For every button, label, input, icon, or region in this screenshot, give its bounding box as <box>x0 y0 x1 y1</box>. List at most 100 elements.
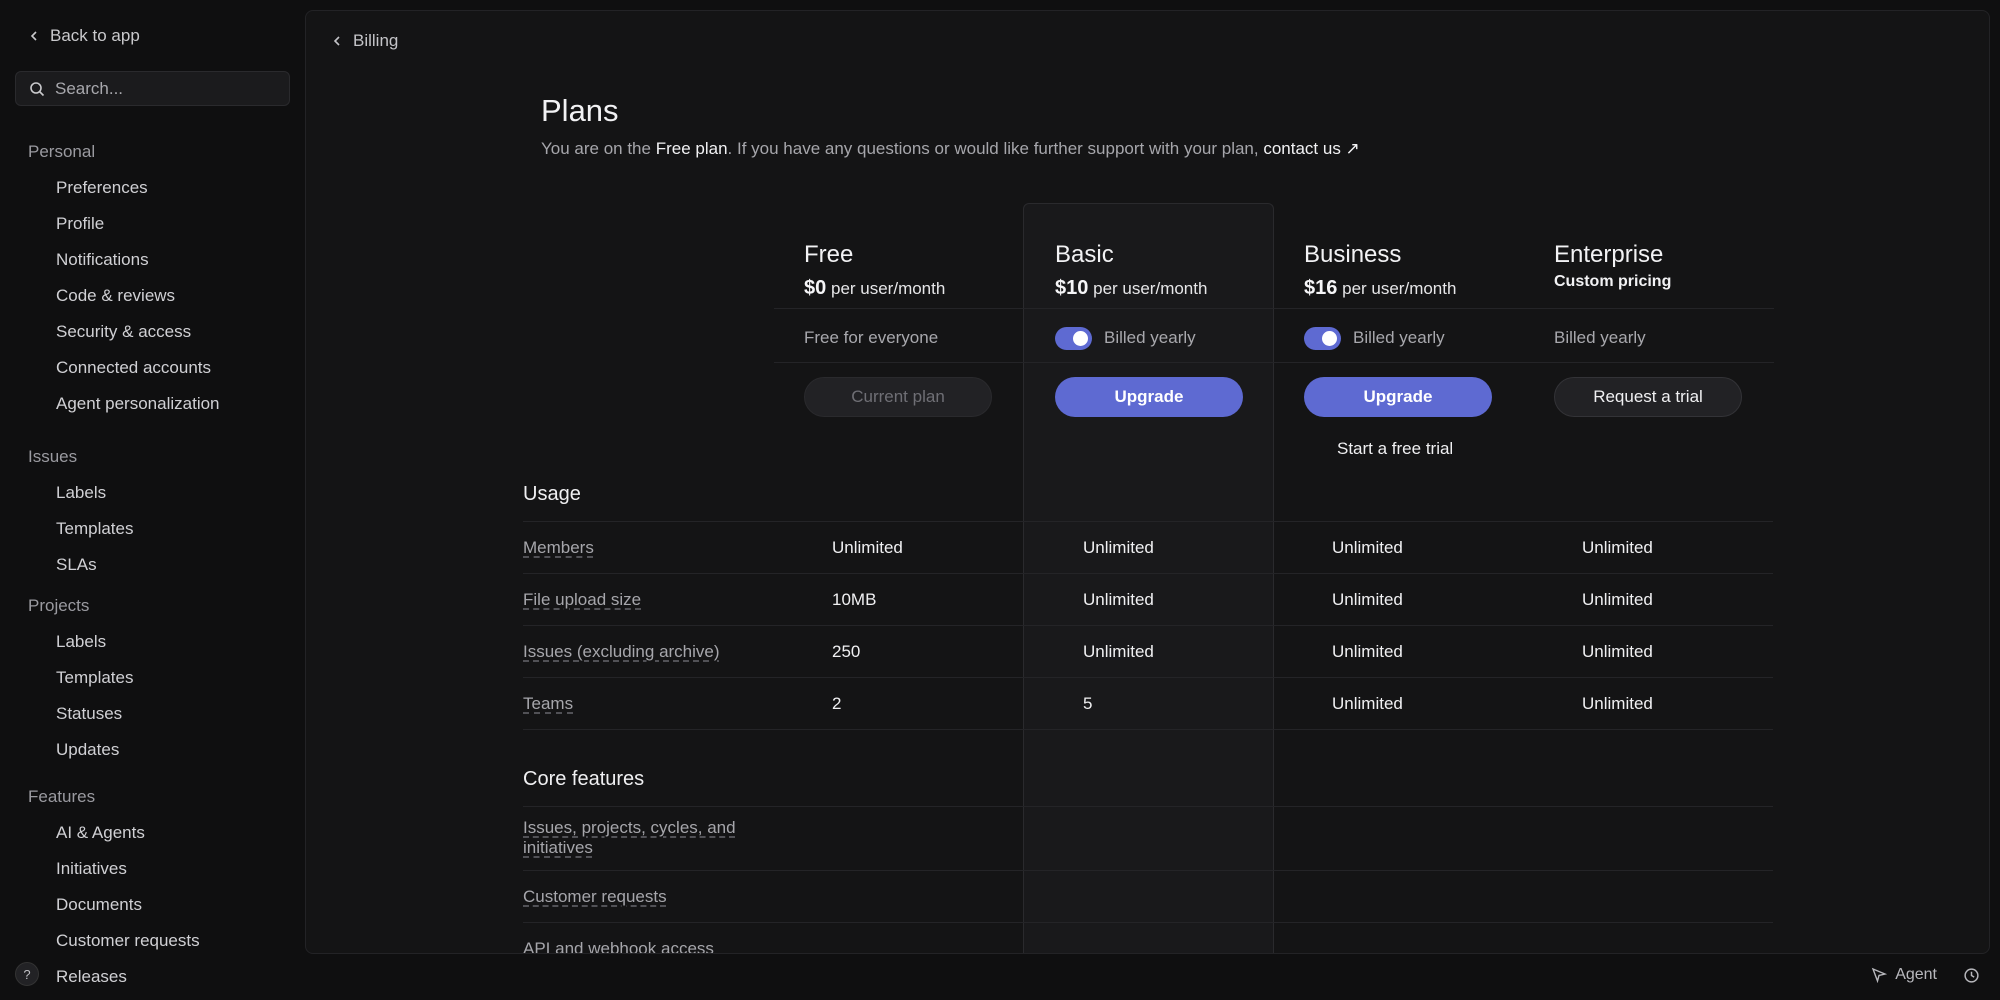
check-icon <box>1304 829 1320 845</box>
contact-us-link[interactable]: contact us ↗ <box>1263 139 1359 158</box>
sidebar-item[interactable]: Releases <box>0 959 305 995</box>
table-row: Customer requests <box>523 870 1773 922</box>
check-icon <box>1055 696 1071 712</box>
main-panel: Billing Plans You are on the Free plan. … <box>305 10 1990 954</box>
nav-group-3: Features AI & Agents Initiatives Documents C… <box>0 779 305 995</box>
sidebar-item[interactable]: Documents <box>0 887 305 923</box>
row-cell: Unlimited <box>1554 538 1653 558</box>
cell-value: 5 <box>1083 694 1093 713</box>
user-shield-icon <box>29 324 45 340</box>
check-icon <box>1554 939 1570 953</box>
row-label[interactable]: API and webhook access <box>523 939 763 953</box>
row-label[interactable]: File upload size <box>523 590 763 610</box>
sidebar-item-label: Updates <box>56 740 120 759</box>
footer-bar: Agent <box>1871 966 1980 984</box>
divider <box>774 308 1774 309</box>
sidebar-item[interactable]: AI & Agents <box>0 815 305 851</box>
sidebar-item[interactable]: Updates <box>0 732 305 768</box>
sidebar-item[interactable]: Agent personalization <box>0 386 305 422</box>
back-to-app-link[interactable]: Back to app <box>28 26 140 46</box>
sidebar-item[interactable]: Labels <box>0 475 305 511</box>
billing-toggle[interactable] <box>1304 326 1341 350</box>
row-cell <box>1055 887 1071 903</box>
check-icon <box>1055 592 1071 608</box>
sidebar-item[interactable]: SLAs <box>0 547 305 583</box>
sidebar-item[interactable]: Initiatives <box>0 851 305 887</box>
sidebar-item-label: SLAs <box>56 555 97 574</box>
row-cell: Unlimited <box>1304 694 1403 714</box>
check-icon <box>1055 644 1071 660</box>
start-free-trial-link[interactable]: Start a free trial <box>1337 439 1453 459</box>
agent-label: Agent <box>1895 966 1937 983</box>
check-icon <box>1304 887 1320 903</box>
page-title: Plans <box>541 93 619 128</box>
row-cell <box>1304 829 1320 845</box>
plan-action-button[interactable]: Upgrade <box>1304 377 1492 417</box>
plan-enterprise: Enterprise Custom pricing <box>1554 241 1794 291</box>
row-label[interactable]: Members <box>523 538 763 558</box>
row-cell <box>1055 939 1071 953</box>
billing-label: Billed yearly <box>1104 328 1196 347</box>
sidebar-item[interactable]: Statuses <box>0 696 305 732</box>
agent-button[interactable]: Agent <box>1871 966 1937 984</box>
sparkle-icon <box>29 825 45 841</box>
check-icon <box>1554 887 1570 903</box>
help-button[interactable]: ? <box>15 962 39 986</box>
row-cell: 10MB <box>804 590 876 610</box>
row-label[interactable]: Issues, projects, cycles, and initiative… <box>523 818 763 858</box>
billing-label: Billed yearly <box>1353 328 1445 347</box>
row-cell <box>804 939 820 953</box>
history-icon[interactable] <box>1963 967 1980 984</box>
check-icon <box>1304 644 1320 660</box>
row-cell: 2 <box>804 694 841 714</box>
sidebar-item[interactable]: Security & access <box>0 314 305 350</box>
plan-action-button[interactable]: Request a trial <box>1554 377 1742 417</box>
check-icon <box>1055 887 1071 903</box>
plan-price-amount: $16 <box>1304 277 1338 299</box>
breadcrumb-label: Billing <box>353 31 399 50</box>
row-label[interactable]: Customer requests <box>523 887 763 907</box>
sidebar-item[interactable]: Preferences <box>0 170 305 206</box>
sidebar-item[interactable]: Labels <box>0 624 305 660</box>
plan-basic: Basic $10 per user/month <box>1055 241 1295 300</box>
row-cell: Unlimited <box>1554 642 1653 662</box>
tag-icon <box>29 485 45 501</box>
check-icon <box>1304 592 1320 608</box>
cell-value: 250 <box>832 642 861 661</box>
nav-group-2: Projects Labels Templates Statuses Updates <box>0 588 305 768</box>
sidebar-item[interactable]: Templates <box>0 660 305 696</box>
plan-name: Business <box>1304 241 1402 268</box>
row-label[interactable]: Issues (excluding archive) <box>523 642 763 662</box>
row-cell <box>1554 939 1570 953</box>
breadcrumb[interactable]: Billing <box>331 31 398 51</box>
plan-action-button[interactable]: Current plan <box>804 377 992 417</box>
sidebar-item[interactable]: Templates <box>0 511 305 547</box>
search-input[interactable] <box>55 78 255 99</box>
row-cell: Unlimited <box>1055 642 1154 662</box>
plan-action-button[interactable]: Upgrade <box>1055 377 1243 417</box>
row-cell <box>1304 887 1320 903</box>
search-box[interactable] <box>15 71 290 106</box>
cell-value: Unlimited <box>1582 642 1653 661</box>
billing-label: Free for everyone <box>804 328 939 347</box>
sidebar-item[interactable]: Notifications <box>0 242 305 278</box>
cell-value: Unlimited <box>1332 538 1403 557</box>
billing-toggle[interactable] <box>1055 326 1092 350</box>
billing-label: Billed yearly <box>1554 328 1646 347</box>
section-title: Core features <box>523 768 645 790</box>
sliders-icon <box>29 180 45 196</box>
row-cell: 5 <box>1055 694 1092 714</box>
plan-name: Free <box>804 241 854 268</box>
row-cell: Unlimited <box>1554 590 1653 610</box>
sidebar-item[interactable]: Profile <box>0 206 305 242</box>
plan-name: Enterprise <box>1554 241 1664 268</box>
sidebar-item[interactable]: Code & reviews <box>0 278 305 314</box>
chart-icon <box>29 742 45 758</box>
sidebar-item[interactable]: Customer requests <box>0 923 305 959</box>
subtitle-prefix: You are on the <box>541 139 656 158</box>
check-icon <box>804 829 820 845</box>
check-icon <box>1554 540 1570 556</box>
check-icon <box>1554 592 1570 608</box>
sidebar-item[interactable]: Connected accounts <box>0 350 305 386</box>
row-label[interactable]: Teams <box>523 694 763 714</box>
